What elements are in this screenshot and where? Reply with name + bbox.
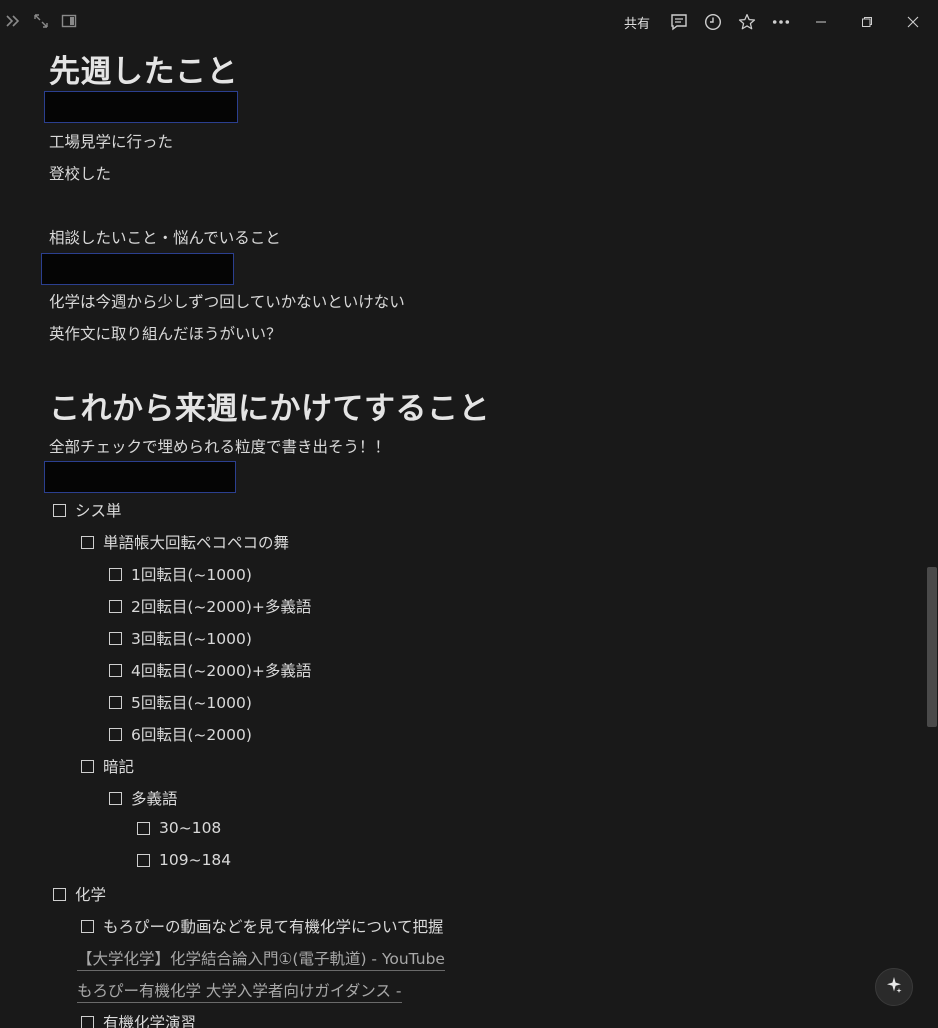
last-week-item: 工場見学に行った <box>49 133 174 151</box>
redacted-block <box>41 253 234 285</box>
checkbox[interactable] <box>53 887 66 901</box>
top-bar-left <box>4 12 78 30</box>
checkbox[interactable] <box>109 631 122 645</box>
comment-icon[interactable] <box>670 13 688 31</box>
todo-item[interactable]: 6回転目(~2000) <box>109 723 252 745</box>
todo-label: 109~184 <box>159 851 232 869</box>
todo-label: もろぴーの動画などを見て有機化学について把握 <box>103 918 444 936</box>
todo-item[interactable]: 1回転目(~1000) <box>109 563 252 585</box>
sparkle-icon <box>885 976 903 998</box>
todo-label: 2回転目(~2000)+多義語 <box>131 598 312 616</box>
clock-icon[interactable] <box>704 13 722 31</box>
checkbox[interactable] <box>109 791 122 805</box>
more-icon[interactable] <box>772 13 790 31</box>
todo-item[interactable]: 化学 <box>53 883 106 905</box>
todo-label: 5回転目(~1000) <box>131 694 252 712</box>
todo-item[interactable]: もろぴーの動画などを見て有機化学について把握 <box>81 915 444 937</box>
heading-last-week: 先週したこと <box>49 54 238 90</box>
top-bar-right: 共有 <box>620 10 928 34</box>
consult-item: 英作文に取り組んだほうがいい？ <box>49 325 282 343</box>
todo-item[interactable]: 暗記 <box>81 755 134 777</box>
double-chevron-right-icon[interactable] <box>4 12 22 30</box>
next-week-note: 全部チェックで埋められる粒度で書き出そう！！ <box>49 438 391 456</box>
checkbox[interactable] <box>137 853 150 867</box>
todo-label: 3回転目(~1000) <box>131 630 252 648</box>
checkbox[interactable] <box>137 821 150 835</box>
todo-item[interactable]: 4回転目(~2000)+多義語 <box>109 659 311 681</box>
heading-next-week: これから来週にかけてすること <box>49 391 490 427</box>
todo-item[interactable]: 3回転目(~1000) <box>109 627 252 649</box>
todo-label: 4回転目(~2000)+多義語 <box>131 662 312 680</box>
todo-item[interactable]: 2回転目(~2000)+多義語 <box>109 595 311 617</box>
todo-item[interactable]: 単語帳大回転ペコペコの舞 <box>81 531 289 553</box>
consult-item: 化学は今週から少しずつ回していかないといけない <box>49 293 405 311</box>
diagonal-arrows-icon[interactable] <box>32 12 50 30</box>
redacted-block <box>44 91 238 123</box>
todo-label: 暗記 <box>103 758 135 776</box>
minimize-icon[interactable] <box>806 10 836 34</box>
scrollbar-thumb[interactable] <box>927 567 937 727</box>
scrollbar[interactable] <box>924 44 938 1028</box>
checkbox[interactable] <box>81 535 94 549</box>
todo-label: 30~108 <box>159 819 222 837</box>
todo-label: 多義語 <box>131 790 178 808</box>
todo-label: 6回転目(~2000) <box>131 726 252 744</box>
consult-label: 相談したいこと・悩んでいること <box>49 229 281 247</box>
todo-label: 単語帳大回転ペコペコの舞 <box>103 534 290 552</box>
guidance-link[interactable]: もろぴー有機化学 大学入学者向けガイダンス - <box>77 979 402 1003</box>
todo-item[interactable]: 5回転目(~1000) <box>109 691 252 713</box>
restore-icon[interactable] <box>852 10 882 34</box>
checkbox[interactable] <box>81 919 94 933</box>
todo-label: 1回転目(~1000) <box>131 566 252 584</box>
todo-item[interactable]: 109~184 <box>137 851 231 869</box>
checkbox[interactable] <box>109 663 122 677</box>
youtube-link[interactable]: 【大学化学】化学結合論入門①(電子軌道) - YouTube <box>77 947 445 971</box>
page-content: 先週したこと 工場見学に行った 登校した 相談したいこと・悩んでいること 化学は… <box>0 44 920 1028</box>
todo-item[interactable]: 多義語 <box>109 787 178 809</box>
checkbox[interactable] <box>81 759 94 773</box>
checkbox[interactable] <box>109 695 122 709</box>
todo-label: シス単 <box>75 502 122 520</box>
todo-item[interactable]: シス単 <box>53 499 122 521</box>
todo-item[interactable]: 30~108 <box>137 819 221 837</box>
close-icon[interactable] <box>898 10 928 34</box>
ai-assistant-button[interactable] <box>875 968 913 1006</box>
redacted-block <box>44 461 236 493</box>
checkbox[interactable] <box>109 599 122 613</box>
checkbox[interactable] <box>53 503 66 517</box>
checkbox[interactable] <box>109 567 122 581</box>
todo-item[interactable]: 有機化学演習 <box>81 1011 196 1028</box>
share-button[interactable]: 共有 <box>620 11 654 34</box>
checkbox[interactable] <box>81 1015 94 1028</box>
todo-label: 有機化学演習 <box>103 1014 197 1028</box>
todo-label: 化学 <box>75 886 107 904</box>
checkbox[interactable] <box>109 727 122 741</box>
star-icon[interactable] <box>738 13 756 31</box>
top-bar: 共有 <box>0 0 938 44</box>
panel-icon[interactable] <box>60 12 78 30</box>
last-week-item: 登校した <box>49 165 112 183</box>
